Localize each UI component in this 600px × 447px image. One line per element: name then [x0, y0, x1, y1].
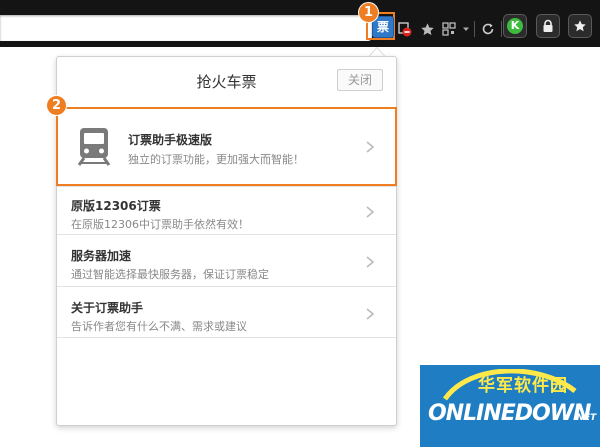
item-title: 关于订票助手	[71, 301, 144, 315]
watermark-cn: 华军软件园	[478, 376, 568, 396]
chevron-right-icon	[366, 256, 375, 268]
lock-icon	[543, 19, 553, 32]
watermark-en: ONLINEDOWN	[428, 401, 591, 426]
bookmark-star-icon	[574, 20, 586, 32]
item-title: 订票助手极速版	[128, 133, 213, 147]
item-desc: 独立的订票功能，更加强大而智能！	[128, 153, 304, 166]
toolbar-separator	[474, 21, 475, 37]
step-marker-1: 1	[359, 3, 378, 22]
list-item-express[interactable]: 订票助手极速版 独立的订票功能，更加强大而智能！	[56, 107, 397, 186]
chevron-right-icon	[366, 141, 375, 153]
k-extension-icon: K	[507, 18, 523, 34]
watermark-suffix: .NET	[573, 413, 597, 423]
bookmark-button[interactable]	[568, 14, 592, 38]
item-desc: 在原版12306中订票助手依然有效！	[71, 218, 249, 231]
train-icon	[77, 128, 111, 166]
chevron-right-icon	[366, 308, 375, 320]
toolbar-icons	[396, 16, 502, 42]
list-item-server[interactable]: 服务器加速 通过智能选择最快服务器，保证订票稳定	[57, 234, 396, 286]
close-button[interactable]: 关闭	[337, 69, 383, 91]
list-item-original[interactable]: 原版12306订票 在原版12306中订票助手依然有效！	[57, 186, 396, 234]
dropdown-icon[interactable]	[462, 20, 470, 38]
star-icon[interactable]	[418, 20, 436, 38]
step-marker-2: 2	[47, 96, 66, 115]
ticket-extension-button[interactable]: 票	[372, 16, 394, 38]
item-desc: 通过智能选择最快服务器，保证订票稳定	[71, 268, 269, 281]
refresh-icon[interactable]	[479, 20, 497, 38]
watermark-logo: 华军软件园 ONLINEDOWN .NET	[420, 365, 600, 447]
item-title: 原版12306订票	[71, 199, 161, 213]
chevron-right-icon	[366, 206, 375, 218]
popup-header: 抢火车票 关闭	[57, 57, 396, 104]
item-title: 服务器加速	[71, 249, 132, 263]
address-bar[interactable]	[0, 15, 372, 41]
adblock-icon[interactable]	[396, 20, 414, 38]
k-extension-button[interactable]: K	[503, 14, 527, 38]
list-item-about[interactable]: 关于订票助手 告诉作者您有什么不满、需求或建议	[57, 286, 396, 338]
ticket-popup: 抢火车票 关闭 订票助手极速版 独立的订票功能，更加强大而智能！ 原版12306…	[56, 56, 397, 426]
lock-button[interactable]	[536, 14, 560, 38]
toolbar-separator	[501, 21, 502, 37]
qrcode-icon[interactable]	[440, 20, 458, 38]
item-desc: 告诉作者您有什么不满、需求或建议	[71, 320, 247, 333]
